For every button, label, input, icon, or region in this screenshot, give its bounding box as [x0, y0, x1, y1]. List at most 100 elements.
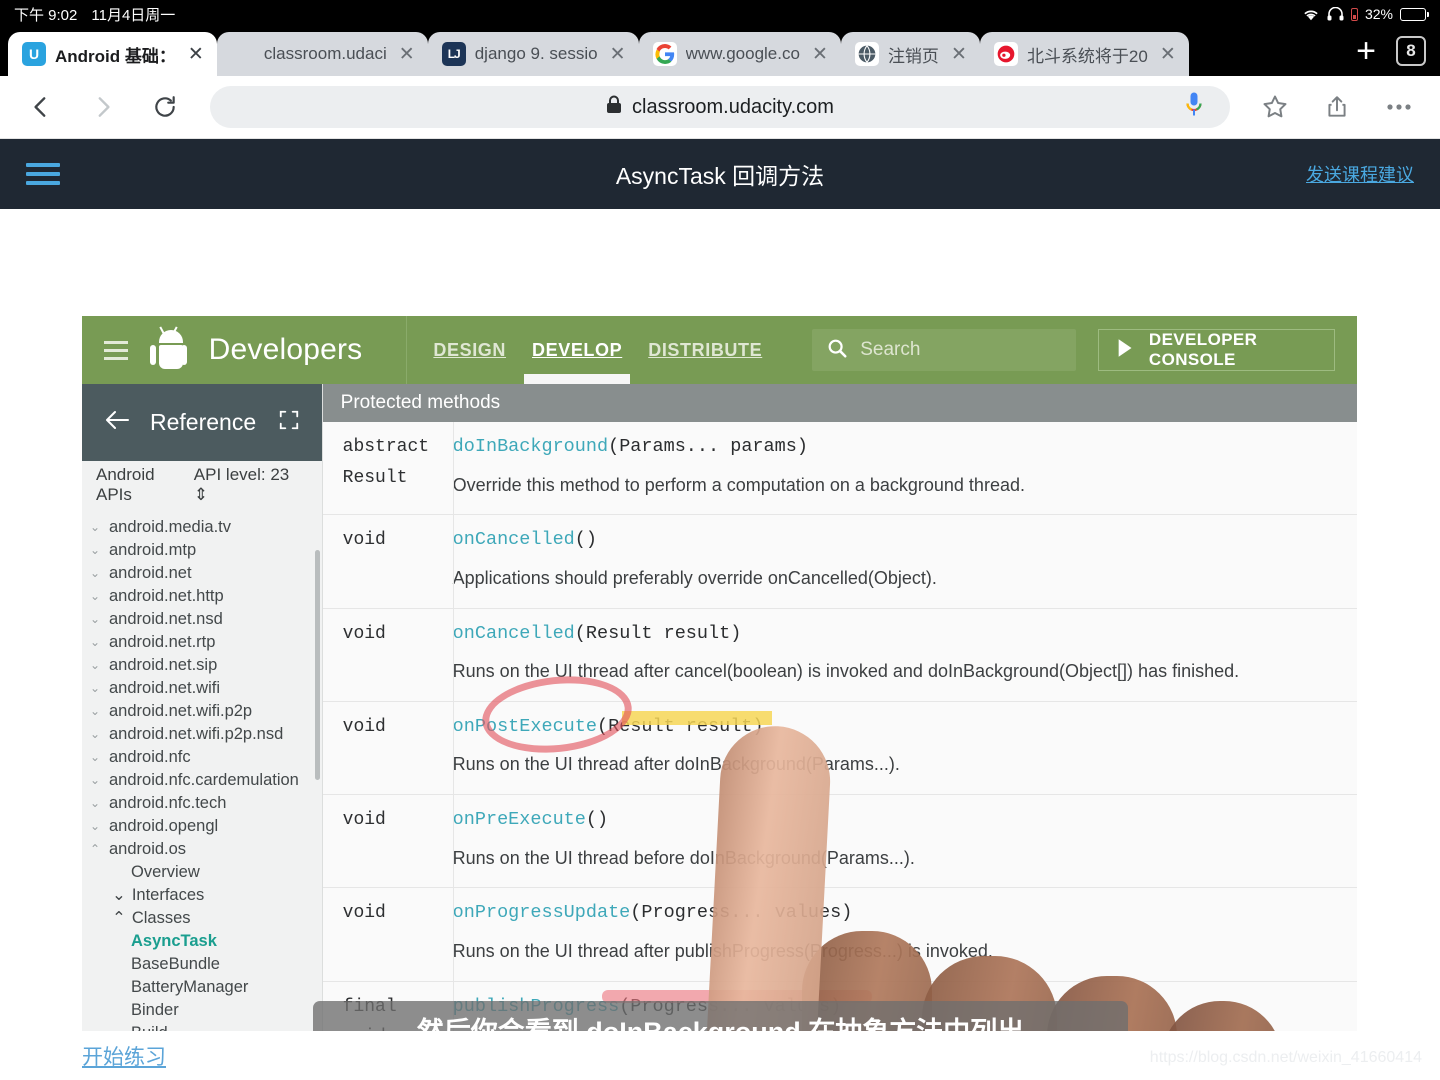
method-name-link[interactable]: onPreExecute	[453, 809, 586, 830]
share-button[interactable]	[1314, 84, 1360, 130]
sidebar-scrollbar[interactable]	[314, 549, 320, 780]
package-item[interactable]: ⌄ android.media.tv	[86, 516, 322, 539]
browser-tab-6[interactable]: 北斗系统将于20 ✕	[979, 32, 1189, 76]
chevron-down-icon: ⌄	[90, 520, 101, 535]
method-description: Override this method to perform a comput…	[452, 474, 1025, 495]
browser-tab-2[interactable]: classroom.udaci ✕	[216, 32, 428, 76]
package-label: android.nfc	[109, 747, 191, 766]
sidebar-overview-item[interactable]: Overview	[86, 861, 322, 884]
table-divider	[452, 422, 454, 1036]
address-bar-url: classroom.udacity.com	[632, 95, 834, 118]
package-item[interactable]: ⌄ android.net.wifi.p2p.nsd	[86, 723, 322, 746]
tab-close-icon[interactable]: ✕	[1157, 45, 1179, 64]
nav-design[interactable]: DESIGN	[433, 316, 506, 384]
sidebar-header: Reference	[82, 384, 322, 461]
api-level-selector[interactable]: API level: 23 ⇕	[194, 465, 308, 505]
package-label: android.net.sip	[109, 655, 218, 674]
page-title: AsyncTask 回调方法	[615, 163, 825, 189]
method-description: Runs on the UI thread before doInBackgro…	[452, 847, 915, 868]
forward-button[interactable]	[80, 84, 126, 130]
back-button[interactable]	[18, 84, 64, 130]
tab-title: 注销页	[887, 46, 939, 66]
package-item[interactable]: ⌄ android.mtp	[86, 539, 322, 562]
tab-count-badge[interactable]: 8	[1396, 36, 1426, 66]
sidebar-classes-item[interactable]: ⌃ Classes	[86, 907, 322, 930]
method-signature: doInBackground(Params... params)	[453, 432, 1327, 462]
tab-title: django 9. sessio	[474, 44, 598, 63]
sidebar-class-asynctask[interactable]: AsyncTask	[86, 930, 322, 953]
sidebar-class-batterymanager[interactable]: BatteryManager	[86, 976, 322, 999]
package-item[interactable]: ⌄ android.nfc.tech	[86, 792, 322, 815]
chevron-down-icon: ⌄	[90, 681, 101, 696]
chevron-down-icon: ⌄	[90, 635, 101, 650]
microphone-icon[interactable]	[1184, 91, 1204, 124]
method-signature: onProgressUpdate(Progress... values)	[453, 898, 1327, 928]
reload-button[interactable]	[142, 84, 188, 130]
new-tab-button[interactable]: +	[1346, 34, 1386, 68]
chevron-up-icon: ⌃	[112, 909, 126, 928]
yellow-highlight-annotation	[622, 711, 772, 725]
tab-close-icon[interactable]: ✕	[396, 45, 418, 64]
package-item[interactable]: ⌄ android.net.nsd	[86, 608, 322, 631]
address-bar[interactable]: classroom.udacity.com	[210, 86, 1230, 128]
method-description: Runs on the UI thread after doInBackgrou…	[452, 754, 900, 775]
package-item[interactable]: ⌄ android.net.wifi.p2p	[86, 700, 322, 723]
bookmark-button[interactable]	[1252, 84, 1298, 130]
tab-title: classroom.udaci	[263, 44, 387, 63]
method-name-link[interactable]: onCancelled	[453, 529, 575, 550]
method-name-link[interactable]: onCancelled	[453, 623, 575, 644]
package-item[interactable]: ⌄ android.net.wifi	[86, 677, 322, 700]
start-practice-link[interactable]: 开始练习	[82, 1041, 166, 1071]
android-apis-label: Android APIs	[96, 465, 155, 505]
browser-tab-4[interactable]: www.google.co ✕	[638, 32, 841, 76]
package-item[interactable]: ⌄ android.net.rtp	[86, 631, 322, 654]
back-arrow-icon[interactable]	[104, 409, 130, 436]
sidebar-class-basebundle[interactable]: BaseBundle	[86, 953, 322, 976]
nav-distribute[interactable]: DISTRIBUTE	[648, 316, 762, 384]
method-name-link[interactable]: doInBackground	[453, 436, 608, 457]
browser-tab-3[interactable]: LJ django 9. sessio ✕	[427, 32, 639, 76]
tab-close-icon[interactable]: ✕	[809, 45, 831, 64]
sidebar-interfaces-item[interactable]: ⌄ Interfaces	[86, 884, 322, 907]
more-button[interactable]	[1376, 84, 1422, 130]
package-item[interactable]: ⌄ android.nfc	[86, 746, 322, 769]
status-time: 下午 9:02	[14, 6, 78, 24]
chevron-down-icon: ⌄	[90, 704, 101, 719]
package-item[interactable]: ⌄ android.net	[86, 562, 322, 585]
browser-tab-1[interactable]: U Android 基础： ✕	[8, 32, 217, 76]
method-name-link[interactable]: onProgressUpdate	[453, 902, 631, 923]
package-item[interactable]: ⌄ android.net.sip	[86, 654, 322, 677]
browser-tab-5[interactable]: 注销页 ✕	[840, 32, 980, 76]
tab-close-icon[interactable]: ✕	[948, 45, 970, 64]
package-item-expanded[interactable]: ⌃ android.os	[86, 838, 322, 861]
tab-close-icon[interactable]: ✕	[607, 45, 629, 64]
search-input[interactable]	[860, 339, 1062, 361]
feedback-link[interactable]: 发送课程建议	[1306, 161, 1414, 187]
method-params: ()	[574, 529, 597, 551]
developer-console-button[interactable]: DEVELOPER CONSOLE	[1097, 329, 1335, 371]
android-brand-label: Developers	[208, 333, 363, 366]
method-signature: onPreExecute()	[453, 805, 1327, 835]
package-item[interactable]: ⌄ android.net.http	[86, 585, 322, 608]
video-player[interactable]: Developers DESIGN DEVELOP DISTRIBUTE DEV…	[82, 316, 1357, 1036]
site-search[interactable]	[812, 329, 1076, 371]
method-return-type: void	[342, 530, 386, 551]
chevron-down-icon: ⌄	[90, 543, 101, 558]
udacity-icon: U	[22, 42, 46, 66]
hamburger-menu-icon[interactable]	[26, 158, 60, 190]
tab-title: Android 基础：	[55, 46, 176, 66]
tab-close-icon[interactable]: ✕	[185, 45, 207, 64]
chevron-down-icon: ⌄	[90, 566, 101, 581]
android-menu-icon[interactable]	[104, 336, 129, 365]
method-params: (Progress... values)	[630, 902, 853, 924]
package-item[interactable]: ⌄ android.nfc.cardemulation	[86, 769, 322, 792]
api-level-row: Android APIs API level: 23 ⇕	[82, 460, 322, 510]
tab-title: www.google.co	[685, 44, 800, 63]
package-item[interactable]: ⌄ android.opengl	[86, 815, 322, 838]
nav-develop[interactable]: DEVELOP	[523, 316, 631, 384]
expand-icon[interactable]	[278, 409, 300, 436]
method-params: (Params... params)	[608, 436, 808, 457]
sidebar-class-binder[interactable]: Binder	[86, 999, 322, 1022]
android-nav: DESIGN DEVELOP DISTRIBUTE	[406, 316, 762, 384]
package-list[interactable]: ⌄ android.media.tv ⌄ android.mtp ⌄ android.…	[82, 510, 322, 1036]
